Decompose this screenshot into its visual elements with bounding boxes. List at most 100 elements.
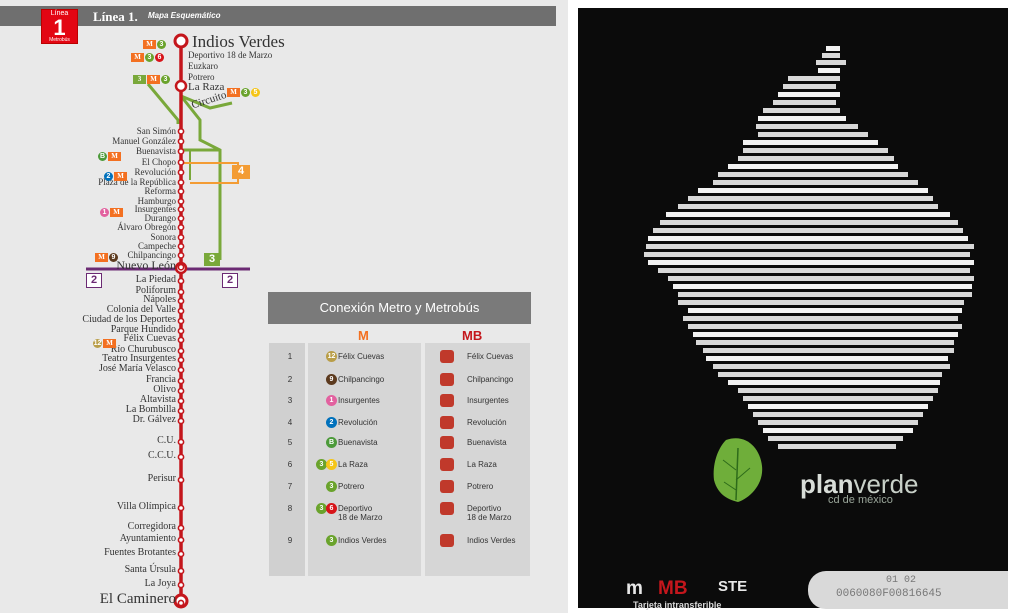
metrobus-station-icon (440, 502, 454, 515)
metro-line-icon: 2 (326, 417, 337, 428)
row-number: 5 (287, 438, 293, 447)
map-stripe (706, 356, 948, 361)
row-number: 9 (287, 536, 293, 545)
conn-la-raza: M35 (227, 83, 261, 101)
map-stripe (660, 220, 958, 225)
conn-potrero: 3M3 (133, 70, 171, 88)
metro-line-icon: 3 (326, 535, 337, 546)
map-stripe (683, 316, 958, 321)
station-dot (177, 288, 185, 296)
map-stripe (648, 260, 974, 265)
station-dot (177, 387, 185, 395)
station-stations_south-4: Corregidora (127, 521, 176, 532)
metro-line-icon: B (326, 437, 337, 448)
map-stripe (753, 412, 923, 417)
map-stripe (698, 188, 928, 193)
map-stripe (703, 348, 954, 353)
station-dot (177, 158, 185, 166)
map-stripe (678, 300, 964, 305)
map-stripe (748, 404, 928, 409)
map-stripe (763, 108, 840, 113)
metro-icon: M (110, 207, 123, 217)
station-dot (177, 567, 185, 575)
line2-badge-left: 2 (86, 273, 102, 288)
line3-icon: 3 (161, 74, 170, 84)
station-dot (177, 504, 185, 512)
map-stripe (738, 388, 938, 393)
metrobus-station-name: Buenavista (467, 438, 507, 447)
row-number: 4 (287, 418, 293, 427)
metro-icon: M (114, 171, 127, 181)
metro-icon: M (103, 338, 116, 348)
map-stripe (816, 60, 846, 65)
station-dot (177, 438, 185, 446)
line2-icon: 2 (104, 171, 113, 181)
card-logo-metro: m (626, 578, 643, 599)
metro-line3-branch (146, 83, 180, 124)
metrobus-station-name: Deportivo 18 de Marzo (467, 504, 512, 522)
map-stripe (738, 156, 894, 161)
map-stripe (758, 116, 846, 121)
station-stations_mid-6: Reforma (144, 186, 177, 196)
line2-badge-right: 2 (222, 273, 238, 288)
station-stations_low-6: Félix Cuevas (123, 333, 177, 344)
map-stripe (826, 46, 840, 51)
map-stripe (768, 436, 903, 441)
metro-station-name: La Raza (338, 460, 368, 469)
station-dot (177, 205, 185, 213)
station-stations_mid-0: San Simón (136, 126, 176, 136)
map-stripe (693, 332, 958, 337)
row-number: 6 (287, 460, 293, 469)
serial-number: 0060080F00816645 (836, 588, 942, 600)
conn-deportivo: M36 (131, 48, 165, 66)
metro-station-name: Chilpancingo (338, 375, 385, 384)
station-dot (177, 263, 185, 271)
map-stripe (778, 92, 840, 97)
station-dot (177, 417, 185, 425)
station-stations_mid-4: Revolución (134, 167, 177, 177)
metrobus-station-name: Insurgentes (467, 396, 509, 405)
metrobus-station-icon (440, 458, 454, 471)
station-dot (177, 476, 185, 484)
metro-line-icon: 1 (326, 395, 337, 406)
metro-logo: M (358, 328, 369, 343)
line3-badge-icon: 3 (133, 74, 146, 84)
station-dot (177, 327, 185, 335)
map-stripe (778, 444, 896, 449)
station-stations_mid-1: Manuel González (112, 136, 176, 146)
metro-station-name: Indios Verdes (338, 536, 387, 545)
connection-panel: Conexión Metro y Metrobús M MB 1 12 Félix … (268, 292, 531, 577)
line3-badge: 3 (204, 253, 220, 266)
station-dot (177, 336, 185, 344)
station-dot (177, 377, 185, 385)
metro-icon: M (131, 52, 144, 62)
station-stations_south-3: Villa Olímpica (116, 501, 176, 512)
station-dot (177, 356, 185, 364)
terminal-indios-verdes (173, 33, 189, 49)
metrobus-station-icon (440, 480, 454, 493)
metro-station-name: Insurgentes (338, 396, 380, 405)
map-stripe (763, 428, 913, 433)
metro-line-icon: 12 (326, 351, 337, 362)
station-dot (177, 178, 185, 186)
map-stripe (646, 244, 974, 249)
line1-metro-icon: 1 (100, 207, 109, 217)
map-stripe (678, 292, 972, 297)
station-dot (177, 550, 185, 558)
metrobus-station-icon (440, 373, 454, 386)
map-stripe (688, 308, 962, 313)
station-dot (177, 536, 185, 544)
card-photo: planverde cd de méxico m MB STE Tarjeta … (568, 0, 1010, 613)
line4-badge: 4 (232, 165, 250, 179)
station-stations_mid-14: Nuevo León (116, 258, 176, 272)
line3-icon: 3 (241, 87, 250, 97)
station-indios-verdes: Indios Verdes (192, 32, 285, 51)
station-dot (177, 127, 185, 135)
station-dot (177, 242, 185, 250)
station-stations_south-9: El Caminero (99, 591, 176, 607)
map-stripe (688, 196, 933, 201)
station-dot (177, 137, 185, 145)
row-number: 2 (287, 375, 293, 384)
line9-icon: 9 (109, 252, 118, 262)
station-dot (177, 214, 185, 222)
